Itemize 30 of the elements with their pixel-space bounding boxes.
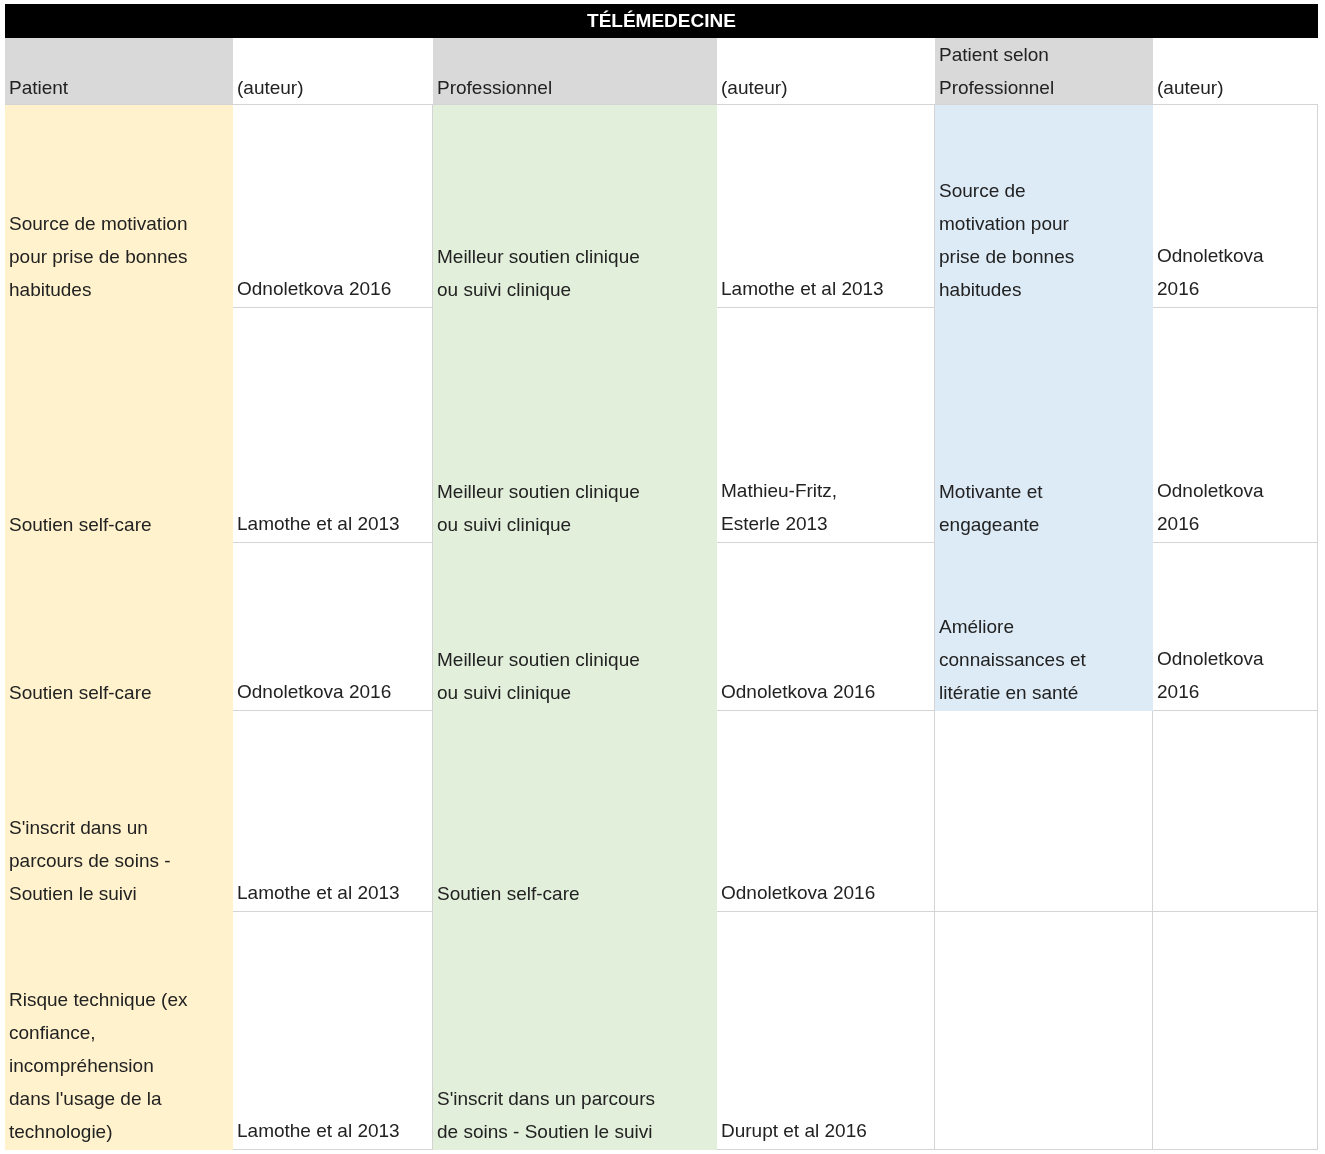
table-cell: Meilleur soutien clinique ou suivi clinique: [433, 308, 717, 543]
table-cell: Lamothe et al 2013: [233, 912, 433, 1150]
table-cell: Odnoletkova 2016: [717, 543, 935, 711]
table-cell: S'inscrit dans un parcours de soins - Soutien le suivi: [5, 711, 233, 912]
table-cell: Améliore connaissances et litératie en santé: [935, 543, 1153, 711]
table-cell: S'inscrit dans un parcours de soins - Soutien le suivi: [433, 912, 717, 1150]
table-cell: Motivante et engageante: [935, 308, 1153, 543]
table-cell: Soutien self-care: [5, 543, 233, 711]
table-cell: Source de motivation pour prise de bonnes habitudes: [935, 105, 1153, 308]
table-cell: Odnoletkova 2016: [717, 711, 935, 912]
table-cell: Source de motivation pour prise de bonnes habitudes: [5, 105, 233, 308]
table-cell: Durupt et al 2016: [717, 912, 935, 1150]
table-cell: Mathieu-Fritz, Esterle 2013: [717, 308, 935, 543]
table-title: TÉLÉMEDECINE: [5, 4, 1318, 38]
table-cell: Odnoletkova 2016: [233, 543, 433, 711]
table-cell: Meilleur soutien clinique ou suivi clinique: [433, 105, 717, 308]
table-cell: Odnoletkova 2016: [1153, 543, 1318, 711]
column-header: Patient: [5, 38, 233, 105]
table-cell: Odnoletkova 2016: [233, 105, 433, 308]
table-cell: Soutien self-care: [433, 711, 717, 912]
table-cell: Odnoletkova 2016: [1153, 105, 1318, 308]
column-header: Professionnel: [433, 38, 717, 105]
table-cell: Meilleur soutien clinique ou suivi clinique: [433, 543, 717, 711]
table-cell: Lamothe et al 2013: [717, 105, 935, 308]
column-header: Patient selon Professionnel: [935, 38, 1153, 105]
table-cell: Odnoletkova 2016: [1153, 308, 1318, 543]
table-cell: Soutien self-care: [5, 308, 233, 543]
table-cell: Risque technique (ex confiance, incompréhension dans l'usage de la technologie): [5, 912, 233, 1150]
table-cell: Lamothe et al 2013: [233, 308, 433, 543]
table-cell: Lamothe et al 2013: [233, 711, 433, 912]
